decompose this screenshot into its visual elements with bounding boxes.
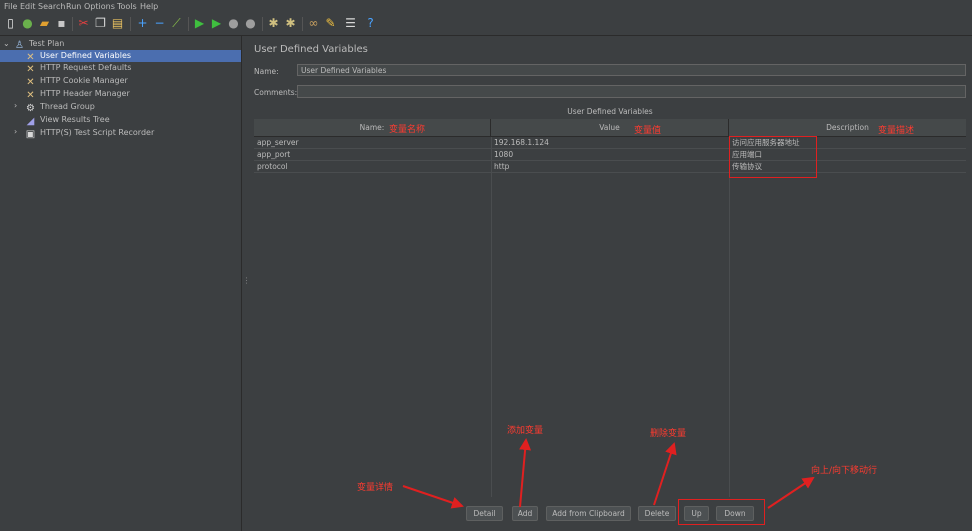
arrow-to-add (519, 438, 532, 508)
annotation-arrows (402, 438, 815, 509)
arrow-to-up-down (767, 476, 815, 509)
arrow-to-delete (653, 442, 677, 506)
arrow-to-detail (402, 485, 464, 509)
